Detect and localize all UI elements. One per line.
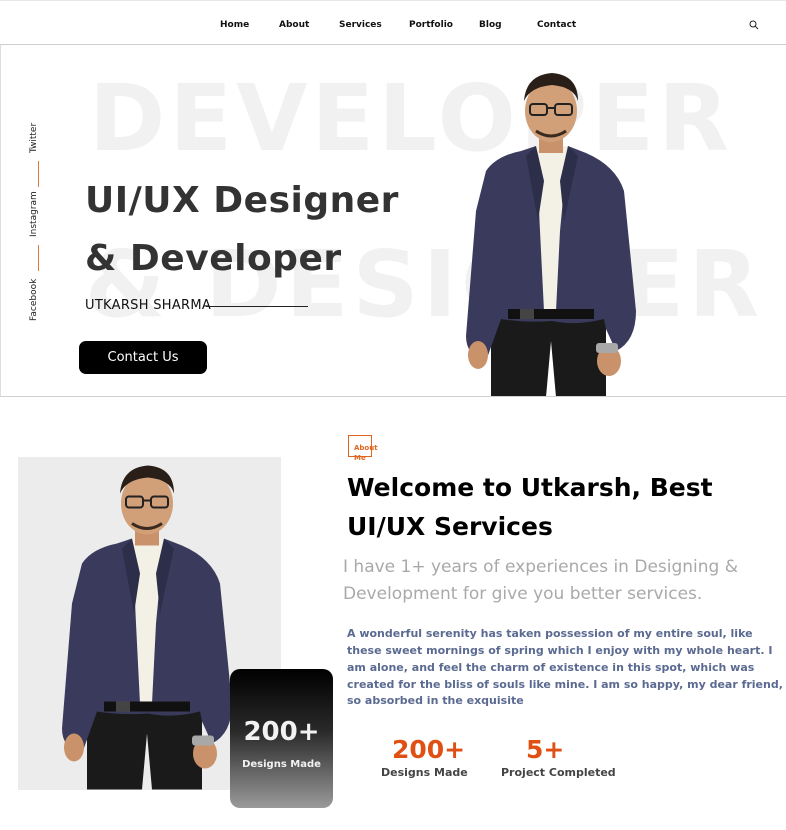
metric-designs-value: 200+ bbox=[392, 735, 466, 764]
search-icon[interactable] bbox=[749, 20, 759, 30]
metric-designs-label: Designs Made bbox=[381, 766, 468, 779]
hero-section: DEVELOPER & DESIGNER Twitter Instagram F… bbox=[0, 45, 786, 397]
about-subtitle-line1: I have 1+ years of experiences in Design… bbox=[343, 557, 739, 577]
about-paragraph-line: created for the bliss of souls like mine… bbox=[347, 678, 783, 691]
about-subtitle-line2: Development for give you better services… bbox=[343, 584, 703, 604]
social-instagram[interactable]: Instagram bbox=[29, 191, 39, 237]
about-portrait bbox=[62, 465, 232, 790]
about-paragraph-line: so absorbed in the exquisite bbox=[347, 694, 524, 707]
about-paragraph-line: A wonderful serenity has taken possessio… bbox=[347, 627, 753, 640]
nav-portfolio[interactable]: Portfolio bbox=[409, 20, 453, 30]
nav-services[interactable]: Services bbox=[339, 20, 382, 30]
nav-contact[interactable]: Contact bbox=[537, 20, 576, 30]
top-nav: Home About Services Portfolio Blog Conta… bbox=[0, 0, 786, 45]
designs-made-card-label: Designs Made bbox=[242, 759, 321, 770]
nav-home[interactable]: Home bbox=[220, 20, 249, 30]
hero-name-underline bbox=[206, 306, 308, 307]
about-me-tag-label: About Me bbox=[354, 444, 378, 462]
nav-about[interactable]: About bbox=[279, 20, 309, 30]
social-facebook[interactable]: Facebook bbox=[29, 279, 39, 321]
metric-projects-value: 5+ bbox=[526, 735, 565, 764]
social-divider bbox=[38, 245, 39, 271]
designs-made-card-value: 200+ bbox=[243, 717, 320, 747]
about-paragraph-line: these sweet mornings of spring which I e… bbox=[347, 644, 773, 657]
metric-projects-label: Project Completed bbox=[501, 766, 616, 779]
hero-portrait bbox=[466, 73, 636, 396]
hero-title-line1: UI/UX Designer bbox=[85, 180, 399, 221]
about-title-line1: Welcome to Utkarsh, Best bbox=[347, 473, 713, 502]
social-twitter[interactable]: Twitter bbox=[29, 123, 39, 153]
hero-title-line2: & Developer bbox=[85, 238, 342, 279]
about-paragraph-line: am alone, and feel the charm of existenc… bbox=[347, 661, 755, 674]
about-title-line2: UI/UX Services bbox=[347, 512, 553, 541]
hero-name: UTKARSH SHARMA bbox=[85, 298, 212, 313]
nav-blog[interactable]: Blog bbox=[479, 20, 502, 30]
social-divider bbox=[38, 161, 39, 187]
designs-made-card: 200+ Designs Made bbox=[230, 669, 333, 808]
about-me-tag: About Me bbox=[348, 435, 378, 462]
contact-us-button[interactable]: Contact Us bbox=[79, 341, 207, 374]
